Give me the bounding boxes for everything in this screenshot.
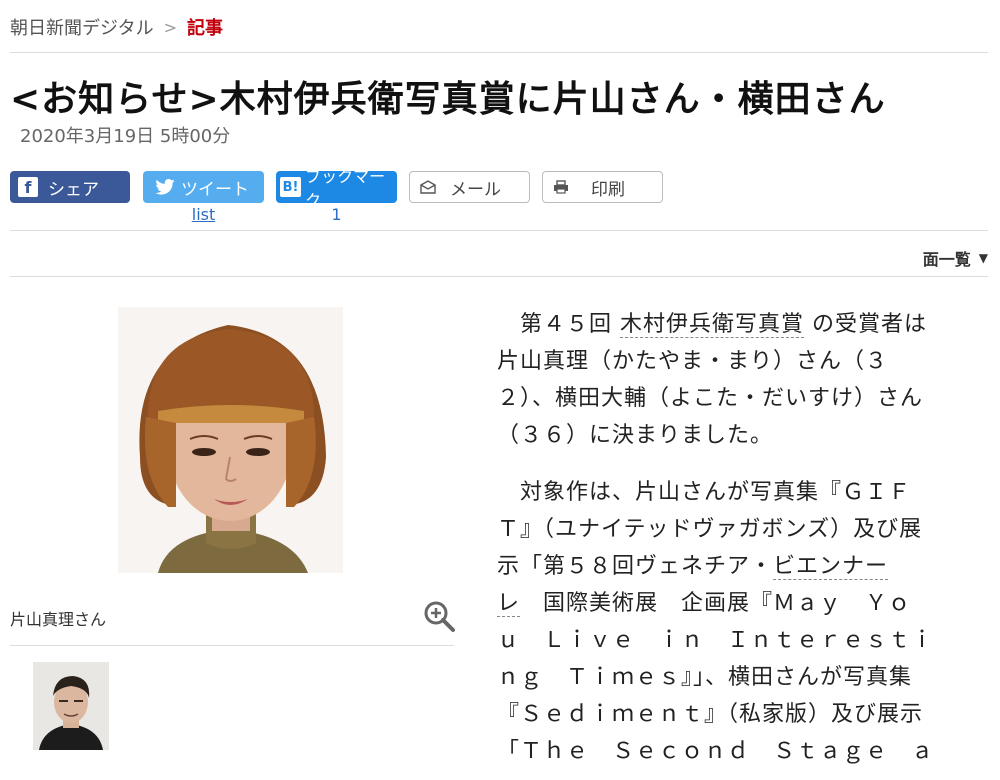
section-divider — [10, 276, 988, 277]
printer-icon — [553, 180, 569, 194]
mail-icon — [420, 180, 436, 194]
article-body: 第４５回 木村伊兵衛写真賞 の受賞者は 片山真理（かたやま・まり）さん（３ ２）… — [497, 306, 957, 780]
thumbnail-portrait-illustration — [33, 662, 109, 750]
twitter-tweet-button[interactable]: ツイート — [143, 171, 264, 203]
thumbnail-photo[interactable] — [33, 662, 109, 750]
article-paragraph-2: 対象作は、片山さんが写真集『ＧＩＦ Ｔ』（ユナイテッドヴァガボンズ）及び展 示「… — [497, 474, 957, 770]
article-line: Ｔ』（ユナイテッドヴァガボンズ）及び展 — [497, 517, 923, 542]
article-text: 対象作は、片山さんが写真集『ＧＩＦ — [520, 480, 912, 505]
hatena-bookmark-button[interactable]: B! ブックマーク — [276, 167, 397, 210]
biennale-link[interactable]: ビエンナー — [773, 554, 889, 580]
twitter-tweet-label: ツイート — [181, 179, 249, 200]
print-label: 印刷 — [591, 179, 625, 200]
article-line: 対象作は、片山さんが写真集『ＧＩＦ — [497, 474, 957, 511]
article-paragraph-1: 第４５回 木村伊兵衛写真賞 の受賞者は 片山真理（かたやま・まり）さん（３ ２）… — [497, 306, 957, 454]
portrait-illustration — [118, 307, 343, 573]
zoom-in-icon[interactable] — [422, 599, 456, 633]
article-line: ｎｇ Ｔｉｍｅｓ』」、横田さんが写真集 — [497, 665, 913, 690]
hatena-bookmark-icon: B! — [280, 177, 302, 197]
article-line: 第４５回 木村伊兵衛写真賞 の受賞者は — [497, 306, 957, 343]
breadcrumb: 朝日新聞デジタル > 記事 — [10, 14, 223, 40]
article-line: レ 国際美術展 企画展『Ｍａｙ Ｙｏ — [497, 585, 957, 622]
breadcrumb-current[interactable]: 記事 — [187, 14, 223, 40]
article-text: 示「第５８回ヴェネチア・ — [497, 554, 774, 579]
breadcrumb-site-link[interactable]: 朝日新聞デジタル — [10, 14, 154, 40]
main-photo[interactable] — [118, 307, 343, 573]
article-line: ２）、横田大輔（よこた・だいすけ）さん — [497, 386, 924, 411]
caption-divider — [10, 645, 454, 646]
hatena-bookmark-label: ブックマーク — [305, 167, 386, 210]
kimura-award-link[interactable]: 木村伊兵衛写真賞 — [620, 312, 805, 338]
facebook-share-label: シェア — [48, 179, 99, 200]
biennale-link-continued[interactable]: レ — [497, 591, 521, 617]
article-line: 「Ｔｈｅ Ｓｅｃｏｎｄ Ｓｔａｇｅ ａ — [497, 739, 935, 764]
article-line: （３６）に決まりました。 — [497, 423, 774, 448]
article-text: の受賞者は — [804, 312, 928, 337]
print-button[interactable]: 印刷 — [542, 171, 663, 203]
mail-share-button[interactable]: メール — [409, 171, 530, 203]
article-text: 第４５回 — [520, 312, 621, 337]
article-line: 片山真理（かたやま・まり）さん（３ — [497, 349, 889, 374]
breadcrumb-separator: > — [163, 17, 178, 37]
photo-caption: 片山真理さん — [10, 610, 107, 629]
article-line: 『Ｓｅｄｉｍｅｎｔ』（私家版）及び展示 — [497, 702, 924, 727]
page-title: <お知らせ>木村伊兵衛写真賞に片山さん・横田さん — [10, 79, 886, 120]
article-line: 示「第５８回ヴェネチア・ビエンナー — [497, 548, 957, 585]
facebook-icon: f — [18, 177, 38, 197]
triangle-down-icon: ▼ — [978, 251, 988, 265]
header-divider — [10, 52, 988, 53]
men-ichiran-label: 面一覧 — [922, 250, 971, 269]
article-date: 2020年3月19日 5時00分 — [20, 126, 231, 147]
twitter-bird-icon — [155, 179, 175, 195]
mail-share-label: メール — [450, 179, 501, 200]
twitter-count-link[interactable]: list — [143, 205, 264, 224]
article-line: ｕ Ｌｉｖｅ ｉｎ Ｉｎｔｅｒｅｓｔｉ — [497, 628, 935, 653]
facebook-share-button[interactable]: f シェア — [10, 171, 130, 203]
article-text: 国際美術展 企画展『Ｍａｙ Ｙｏ — [520, 591, 912, 616]
men-ichiran-menu[interactable]: 面一覧 ▼ — [923, 246, 988, 270]
hatena-bookmark-count[interactable]: 1 — [276, 205, 397, 224]
share-divider — [10, 230, 988, 231]
